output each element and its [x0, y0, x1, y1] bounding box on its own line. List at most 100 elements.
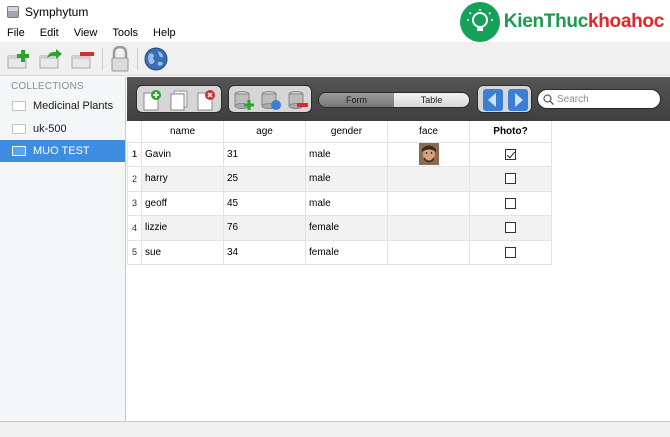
cell-age[interactable]: 31 [223, 141, 306, 167]
new-record-button[interactable] [140, 88, 164, 112]
search-icon [543, 93, 554, 105]
face-thumbnail-image [418, 143, 439, 166]
arrow-right-icon [508, 89, 528, 111]
collection-icon [12, 124, 26, 134]
column-header-face[interactable]: face [387, 121, 470, 143]
table-view-button[interactable]: Table [394, 93, 469, 107]
cell-name[interactable]: geoff [141, 190, 224, 216]
previous-button[interactable] [481, 88, 505, 112]
photo-checkbox[interactable] [505, 173, 516, 185]
menu-tools[interactable]: Tools [112, 27, 138, 39]
column-header-gender[interactable]: gender [305, 121, 388, 143]
table-header-row: name age gender face Photo? [127, 121, 552, 143]
delete-collection-button[interactable] [70, 46, 96, 72]
duplicate-collection-icon [39, 49, 62, 69]
cell-face[interactable] [387, 190, 470, 216]
row-number: 5 [127, 239, 142, 265]
cell-age[interactable]: 25 [223, 166, 306, 192]
record-buttons-group [136, 85, 222, 113]
cell-age[interactable]: 45 [223, 190, 306, 216]
sidebar-item-medicinal-plants[interactable]: Medicinal Plants [0, 95, 125, 117]
table-row[interactable]: 3 geoff 45 male [127, 190, 552, 216]
collection-icon [12, 101, 26, 111]
cell-name[interactable]: Gavin [141, 141, 224, 167]
cell-gender[interactable]: male [305, 141, 388, 167]
menu-edit[interactable]: Edit [40, 27, 59, 39]
column-header-age[interactable]: age [223, 121, 306, 143]
photo-checkbox[interactable] [505, 246, 516, 258]
lock-button[interactable] [107, 46, 133, 72]
cell-gender[interactable]: female [305, 239, 388, 265]
cell-photo [469, 166, 552, 192]
table-row[interactable]: 4 lizzie 76 female [127, 215, 552, 241]
column-header-name[interactable]: name [141, 121, 224, 143]
row-number-header [127, 121, 142, 143]
row-number: 3 [127, 190, 142, 216]
photo-checkbox[interactable] [505, 197, 516, 209]
cell-face[interactable] [387, 215, 470, 241]
menu-help[interactable]: Help [153, 27, 176, 39]
cell-gender[interactable]: male [305, 190, 388, 216]
edit-field-button[interactable] [259, 88, 283, 112]
duplicate-record-button[interactable] [167, 88, 191, 112]
cell-face[interactable] [387, 166, 470, 192]
delete-field-button[interactable] [286, 88, 310, 112]
photo-checkbox[interactable] [505, 222, 516, 234]
menu-view[interactable]: View [74, 27, 98, 39]
row-number: 4 [127, 215, 142, 241]
photo-checkbox[interactable] [505, 148, 516, 160]
status-bar [0, 421, 670, 437]
cell-photo [469, 215, 552, 241]
cell-age[interactable]: 76 [223, 215, 306, 241]
collections-header: COLLECTIONS [11, 81, 84, 92]
search-box [537, 89, 661, 109]
toolbar-separator [102, 48, 103, 70]
cell-name[interactable]: lizzie [141, 215, 224, 241]
globe-button[interactable] [143, 46, 169, 72]
delete-collection-icon [71, 52, 94, 69]
cell-face[interactable] [387, 141, 470, 167]
sidebar-item-label: MUO TEST [33, 145, 90, 157]
row-number: 1 [127, 141, 142, 167]
globe-icon [144, 47, 168, 71]
sidebar-item-label: uk-500 [33, 123, 67, 135]
add-field-icon [234, 91, 254, 110]
toolbar-separator [137, 48, 138, 70]
next-button[interactable] [506, 88, 530, 112]
cell-gender[interactable]: male [305, 166, 388, 192]
table-row[interactable]: 1 Gavin 31 male [127, 141, 552, 167]
lock-icon [111, 46, 129, 72]
cell-photo [469, 141, 552, 167]
table-row[interactable]: 5 sue 34 female [127, 239, 552, 265]
sidebar-item-muo-test[interactable]: MUO TEST [0, 140, 125, 162]
window-title: Symphytum [25, 5, 89, 19]
edit-field-icon [261, 91, 281, 110]
delete-record-button[interactable] [194, 88, 218, 112]
arrow-left-icon [483, 89, 503, 111]
column-header-photo[interactable]: Photo? [469, 121, 552, 143]
delete-field-icon [288, 91, 308, 109]
main-toolbar [0, 42, 670, 76]
collection-icon [12, 146, 26, 156]
search-input[interactable] [557, 93, 652, 105]
cell-face[interactable] [387, 239, 470, 265]
duplicate-collection-button[interactable] [38, 46, 64, 72]
form-view-button[interactable]: Form [319, 93, 394, 107]
cell-photo [469, 190, 552, 216]
cell-age[interactable]: 34 [223, 239, 306, 265]
add-field-button[interactable] [232, 88, 256, 112]
menu-bar: File Edit View Tools Help [0, 24, 670, 42]
table-row[interactable]: 2 harry 25 male [127, 166, 552, 192]
field-buttons-group [228, 85, 312, 113]
title-bar: Symphytum KienThuckhoahoc [0, 0, 670, 42]
cell-photo [469, 239, 552, 265]
cell-gender[interactable]: female [305, 215, 388, 241]
cell-name[interactable]: harry [141, 166, 224, 192]
menu-file[interactable]: File [7, 27, 25, 39]
app-icon [7, 6, 19, 18]
collections-sidebar: COLLECTIONS Medicinal Plants uk-500 MUO … [0, 77, 126, 421]
sidebar-item-label: Medicinal Plants [33, 100, 114, 112]
new-collection-button[interactable] [6, 46, 32, 72]
cell-name[interactable]: sue [141, 239, 224, 265]
sidebar-item-uk-500[interactable]: uk-500 [0, 118, 125, 140]
